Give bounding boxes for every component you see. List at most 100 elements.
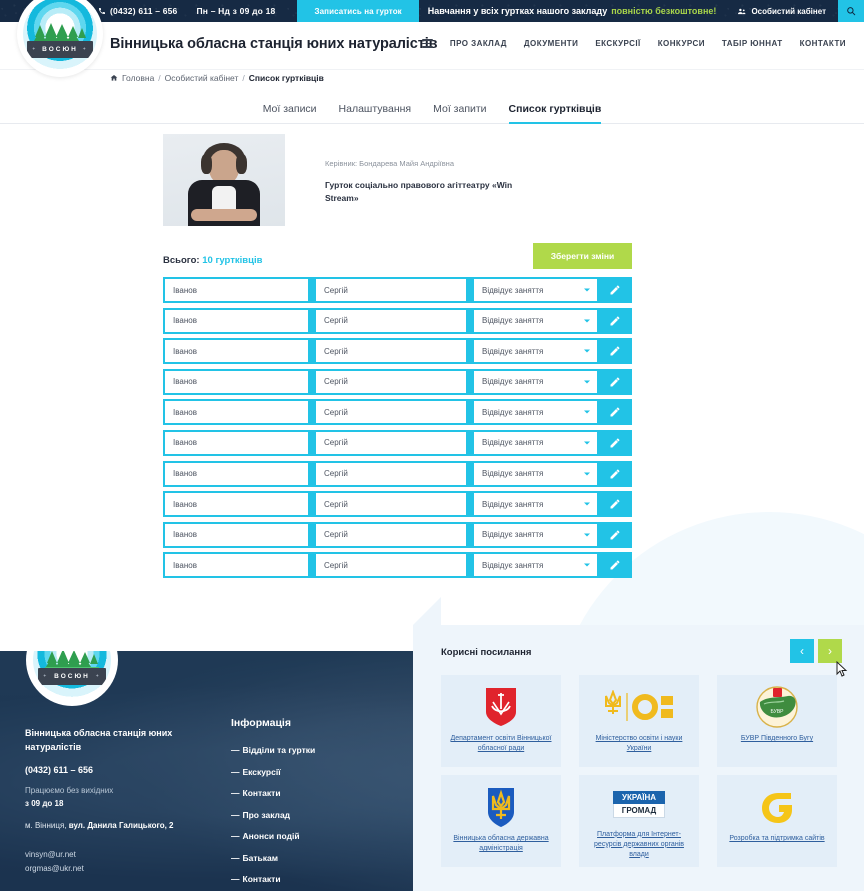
useful-links-title: Корисні посилання [441, 647, 532, 658]
carousel-next-button[interactable]: › [818, 639, 842, 663]
edit-row-button[interactable] [597, 552, 632, 578]
footer-link-contacts[interactable]: — Контакти [231, 788, 315, 798]
name-input[interactable]: Сергій [316, 554, 466, 577]
name-input[interactable]: Сергій [316, 523, 466, 546]
name-input[interactable]: Сергій [316, 431, 466, 454]
status-select[interactable]: Відвідує заняття [474, 493, 597, 516]
footer-address-street: вул. Данила Галицького, 2 [68, 821, 174, 830]
personal-cabinet-label: Особистий кабінет [751, 6, 826, 16]
link-card[interactable]: Вінницька обласна державна адміністрація [441, 775, 561, 867]
page-root: (0432) 611 – 656 Пн – Нд з 09 до 18 Запи… [0, 0, 864, 891]
name-input[interactable]: Сергій [316, 309, 466, 332]
name-input[interactable]: Сергій [316, 340, 466, 363]
personal-cabinet-button[interactable]: Особистий кабінет [725, 0, 838, 22]
status-select[interactable]: Відвідує заняття [474, 462, 597, 485]
edit-row-button[interactable] [597, 522, 632, 548]
mouse-cursor [836, 661, 848, 677]
edit-row-button[interactable] [597, 399, 632, 425]
name-input[interactable]: Сергій [316, 279, 466, 301]
surname-input[interactable]: Іванов [165, 431, 308, 454]
surname-input[interactable]: Іванов [165, 493, 308, 516]
table-row: Іванов Сергій Відвідує заняття [163, 368, 632, 395]
status-value: Відвідує заняття [482, 346, 544, 356]
status-select[interactable]: Відвідує заняття [474, 309, 597, 332]
edit-row-button[interactable] [597, 430, 632, 456]
link-card[interactable]: УКРАЇНА ГРОМАД Платформа для Інтернет-ре… [579, 775, 699, 867]
edit-row-button[interactable] [597, 461, 632, 487]
name-input[interactable]: Сергій [316, 462, 466, 485]
footer-emails: vinsyn@ur.net orgmas@ukr.net [25, 848, 84, 876]
nav-item-contacts[interactable]: КОНТАКТИ [800, 39, 846, 48]
topbar-hours-text: Пн – Нд з 09 до 18 [196, 6, 276, 16]
footer-link-excursions[interactable]: — Екскурсії [231, 767, 315, 777]
name-input[interactable]: Сергій [316, 370, 466, 393]
tab-my-requests[interactable]: Мої запити [433, 103, 486, 123]
surname-input[interactable]: Іванов [165, 340, 308, 363]
surname-input[interactable]: Іванов [165, 401, 308, 424]
leader-photo [163, 134, 285, 226]
surname-input[interactable]: Іванов [165, 309, 308, 332]
breadcrumb-item-cabinet[interactable]: Особистий кабінет [165, 73, 239, 83]
nav-item-excursions[interactable]: ЕКСКУРСІЇ [595, 39, 640, 48]
dash-icon: — [231, 766, 240, 777]
tab-my-records[interactable]: Мої записи [263, 103, 317, 123]
surname-input[interactable]: Іванов [165, 554, 308, 577]
breadcrumb-item-home[interactable]: Головна [122, 73, 154, 83]
nav-item-documents[interactable]: ДОКУМЕНТИ [524, 39, 578, 48]
status-select[interactable]: Відвідує заняття [474, 431, 597, 454]
dash-icon: — [231, 745, 240, 755]
footer-link-label: Відділи та гуртки [242, 745, 316, 755]
topbar-hours: Пн – Нд з 09 до 18 [196, 0, 275, 22]
link-card[interactable]: БУВР БУВР Південного Бугу [717, 675, 837, 767]
status-select[interactable]: Відвідує заняття [474, 279, 597, 301]
footer-phone[interactable]: (0432) 611 – 656 [25, 765, 93, 775]
status-select[interactable]: Відвідує заняття [474, 554, 597, 577]
nav-item-camp[interactable]: ТАБІР ЮННАТ [722, 39, 783, 48]
status-value: Відвідує заняття [482, 316, 544, 326]
link-card[interactable]: Розробка та підтримка сайтів [717, 775, 837, 867]
surname-input[interactable]: Іванов [165, 523, 308, 546]
footer-link-announcements[interactable]: — Анонси подій [231, 831, 315, 841]
footer-link-parents[interactable]: — Батькам [231, 853, 315, 863]
footer-email-1[interactable]: vinsyn@ur.net [25, 850, 76, 859]
name-input[interactable]: Сергій [316, 493, 466, 516]
surname-input[interactable]: Іванов [165, 370, 308, 393]
status-value: Відвідує заняття [482, 499, 544, 509]
status-select[interactable]: Відвідує заняття [474, 370, 597, 393]
link-card[interactable]: Департамент освіти Вінницької обласної р… [441, 675, 561, 767]
nav-item-about[interactable]: ПРО ЗАКЛАД [450, 39, 507, 48]
footer-link-departments[interactable]: — Відділи та гуртки [231, 745, 315, 755]
surname-input[interactable]: Іванов [165, 279, 308, 301]
edit-row-button[interactable] [597, 308, 632, 334]
tab-members-list[interactable]: Список гуртківців [508, 103, 601, 124]
dash-icon: — [231, 874, 240, 884]
footer-link-label: Анонси подій [242, 831, 300, 841]
tab-settings[interactable]: Налаштування [339, 103, 412, 123]
footer-link-contacts-2[interactable]: — Контакти [231, 874, 315, 884]
edit-row-button[interactable] [597, 369, 632, 395]
status-select[interactable]: Відвідує заняття [474, 401, 597, 424]
edit-row-button[interactable] [597, 491, 632, 517]
menu-burger-icon[interactable] [421, 39, 433, 48]
save-changes-button[interactable]: Зберегти зміни [533, 243, 632, 269]
link-card[interactable]: Міністерство освіти і науки України [579, 675, 699, 767]
surname-input[interactable]: Іванов [165, 462, 308, 485]
footer-link-list: — Відділи та гуртки — Екскурсії — Контакти … [231, 745, 315, 884]
table-row: Іванов Сергій Відвідує заняття [163, 338, 632, 365]
nav-item-contests[interactable]: КОНКУРСИ [658, 39, 705, 48]
edit-row-button[interactable] [597, 277, 632, 303]
signup-button[interactable]: Записатись на гурток [297, 0, 419, 22]
status-select[interactable]: Відвідує заняття [474, 523, 597, 546]
name-input[interactable]: Сергій [316, 401, 466, 424]
topbar-phone[interactable]: (0432) 611 – 656 [98, 0, 177, 22]
footer-email-2[interactable]: orgmas@ukr.net [25, 864, 84, 873]
search-button[interactable] [838, 0, 864, 22]
chevron-down-icon [584, 349, 590, 353]
status-select[interactable]: Відвідує заняття [474, 340, 597, 363]
chevron-down-icon [584, 288, 590, 292]
footer-link-about[interactable]: — Про заклад [231, 810, 315, 820]
carousel-prev-button[interactable]: ‹ [790, 639, 814, 663]
photo-hair-sides [201, 154, 247, 176]
pencil-icon [610, 316, 619, 326]
edit-row-button[interactable] [597, 338, 632, 364]
